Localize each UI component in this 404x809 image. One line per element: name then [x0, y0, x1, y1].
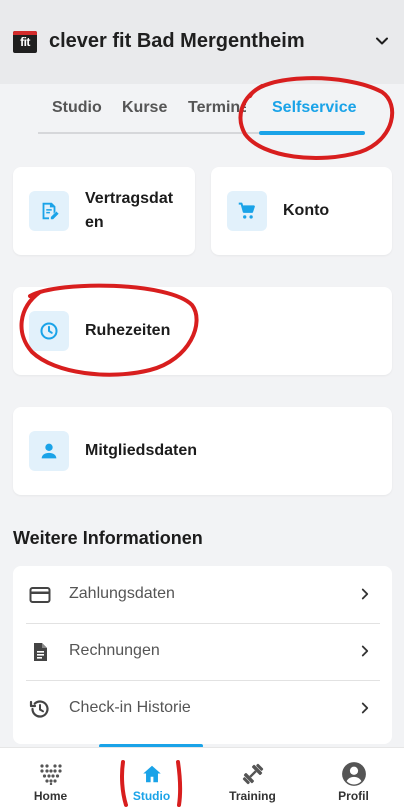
nav-item-profil[interactable]: Profil: [303, 748, 404, 809]
list-item-label: Check-in Historie: [69, 699, 191, 716]
list-item-rechnungen[interactable]: Rechnungen: [13, 623, 392, 680]
nav-item-home[interactable]: Home: [0, 748, 101, 809]
document-icon: [34, 643, 47, 661]
card-konto[interactable]: Konto: [211, 167, 392, 255]
chevron-right-icon: [361, 645, 369, 657]
list-item-label: Rechnungen: [69, 642, 160, 659]
home-icon: [139, 761, 165, 787]
clock-icon: [29, 311, 69, 351]
card-mitgliedsdaten[interactable]: Mitgliedsdaten: [13, 407, 392, 495]
history-icon: [29, 700, 49, 718]
card-ruhezeiten[interactable]: Ruhezeiten: [13, 287, 392, 375]
edit-document-icon: [29, 191, 69, 231]
tab-active-indicator: [259, 131, 365, 135]
clever-fit-logo: fit: [13, 31, 37, 53]
chevron-down-icon[interactable]: [372, 31, 392, 51]
dots-logo-icon: [38, 761, 64, 787]
card-label-konto: Konto: [283, 202, 330, 219]
cart-icon: [227, 191, 267, 231]
card-label-vertragsdaten: Vertragsdat en: [85, 190, 174, 231]
credit-card-icon: [29, 587, 51, 603]
tab-selfservice[interactable]: Selfservice: [272, 99, 357, 117]
tab-studio[interactable]: Studio: [52, 99, 102, 117]
nav-item-training[interactable]: Training: [202, 748, 303, 809]
person-icon: [29, 431, 69, 471]
list-item-label: Zahlungsdaten: [69, 585, 175, 602]
bottom-navigation: Home Studio Training Profil: [0, 747, 404, 809]
app-header: fit clever fit Bad Mergentheim: [0, 0, 404, 84]
dumbbell-icon: [240, 761, 266, 787]
nav-item-studio[interactable]: Studio: [101, 748, 202, 809]
chevron-right-icon: [361, 588, 369, 600]
section-title-weitere-informationen: Weitere Informationen: [13, 528, 203, 548]
card-label-ruhezeiten: Ruhezeiten: [85, 322, 171, 339]
nav-label: Training: [229, 789, 276, 803]
card-label-mitgliedsdaten: Mitgliedsdaten: [85, 442, 198, 459]
tab-termine[interactable]: Termine: [188, 99, 246, 117]
account-circle-icon: [341, 761, 367, 787]
nav-label: Home: [33, 789, 68, 803]
list-item-zahlungsdaten[interactable]: Zahlungsdaten: [13, 566, 392, 623]
list-item-check-in-historie[interactable]: Check-in Historie: [13, 680, 392, 737]
card-vertragsdaten[interactable]: Vertragsdat en: [13, 167, 195, 255]
nav-label: Profil: [338, 789, 369, 803]
gym-name[interactable]: clever fit Bad Mergentheim: [49, 30, 305, 53]
chevron-right-icon: [361, 702, 369, 714]
nav-label: Studio: [132, 789, 171, 803]
tab-kurse[interactable]: Kurse: [122, 99, 167, 117]
more-info-list: Zahlungsdaten Rechnungen Check-in Histor…: [13, 566, 392, 744]
